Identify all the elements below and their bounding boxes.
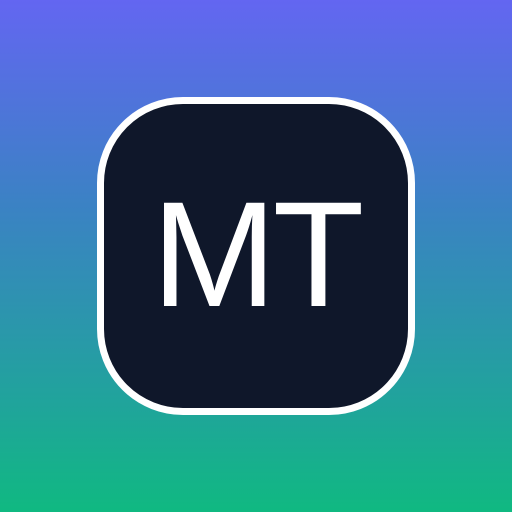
- app-icon-canvas: { "icon": { "initials": "MT" }, "colors"…: [0, 0, 512, 512]
- monogram-initials: MT: [151, 170, 365, 338]
- app-icon-tile: MT: [97, 97, 415, 415]
